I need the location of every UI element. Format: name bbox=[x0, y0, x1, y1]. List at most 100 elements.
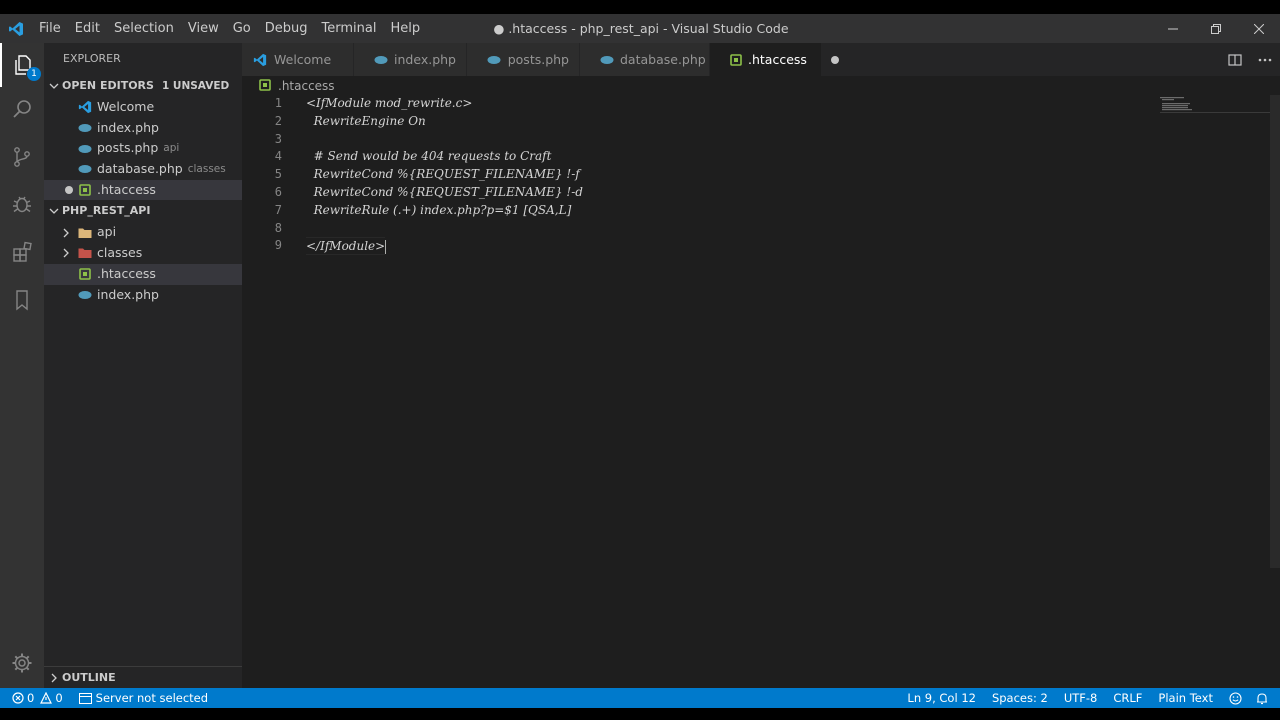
text-cursor bbox=[385, 239, 387, 254]
source-control-button[interactable] bbox=[0, 135, 44, 179]
minimize-icon bbox=[1167, 28, 1178, 29]
code-line[interactable]: RewriteCond %{REQUEST_FILENAME} !-f bbox=[306, 166, 1156, 184]
line-number: 4 bbox=[274, 149, 282, 164]
project-header[interactable]: PHP_REST_API bbox=[44, 200, 242, 222]
warning-count: 0 bbox=[55, 691, 63, 705]
breadcrumb: .htaccess bbox=[242, 76, 1280, 95]
manage-button[interactable] bbox=[0, 641, 44, 685]
tab-index-php[interactable]: index.php bbox=[354, 43, 467, 76]
tree-folder-api[interactable]: api bbox=[44, 222, 242, 243]
outline-header[interactable]: OUTLINE bbox=[44, 667, 242, 689]
line-number: 1 bbox=[274, 96, 282, 110]
bookmarks-button[interactable] bbox=[0, 278, 44, 322]
code-line[interactable] bbox=[306, 131, 1156, 149]
tab-database-php[interactable]: database.php bbox=[580, 43, 710, 76]
bell-icon bbox=[1257, 692, 1267, 704]
language-mode[interactable]: Plain Text bbox=[1150, 688, 1221, 708]
end-of-line[interactable]: CRLF bbox=[1105, 688, 1150, 708]
feedback-button[interactable] bbox=[1221, 688, 1250, 708]
menu-selection[interactable]: Selection bbox=[107, 14, 181, 43]
code-line[interactable]: RewriteCond %{REQUEST_FILENAME} !-d bbox=[306, 184, 1156, 202]
minimap[interactable] bbox=[1160, 95, 1270, 115]
open-editor-welcome[interactable]: Welcome bbox=[44, 97, 242, 118]
open-editor-htaccess[interactable]: .htaccess bbox=[44, 179, 242, 201]
code-line[interactable]: <IfModule mod_rewrite.c> bbox=[306, 95, 1156, 113]
more-actions-button[interactable] bbox=[1250, 43, 1280, 76]
open-editor-posts[interactable]: posts.php api bbox=[44, 138, 242, 159]
search-button[interactable] bbox=[0, 87, 44, 131]
chevron-right-icon bbox=[62, 228, 77, 238]
server-status[interactable]: Server not selected bbox=[69, 688, 214, 708]
search-icon bbox=[13, 100, 31, 118]
chevron-down-icon bbox=[44, 206, 62, 216]
restore-button[interactable] bbox=[1194, 14, 1237, 43]
tree-file-htaccess[interactable]: .htaccess bbox=[44, 263, 242, 285]
menu-view[interactable]: View bbox=[181, 14, 226, 43]
tab-welcome[interactable]: Welcome bbox=[242, 43, 354, 76]
close-window-button[interactable] bbox=[1237, 14, 1280, 43]
code-line[interactable]: # Send would be 404 requests to Craft bbox=[306, 148, 1156, 166]
tree-label: api bbox=[97, 224, 117, 240]
notifications-button[interactable] bbox=[1250, 688, 1280, 708]
tab-htaccess[interactable]: .htaccess bbox=[710, 43, 839, 76]
title-bar: File Edit Selection View Go Debug Termin… bbox=[0, 14, 1280, 43]
menu-debug[interactable]: Debug bbox=[258, 14, 315, 43]
tree-label: index.php bbox=[97, 286, 159, 302]
vscode-icon bbox=[252, 52, 268, 68]
open-editors-header[interactable]: OPEN EDITORS 1 UNSAVED bbox=[44, 75, 242, 97]
open-editors-label: OPEN EDITORS bbox=[62, 79, 154, 92]
line-number: 5 bbox=[274, 167, 282, 182]
folder-icon bbox=[77, 225, 93, 241]
tab-actions bbox=[1220, 43, 1280, 76]
code-editor[interactable]: 1 2 3 4 5 6 7 8 9 <IfModule mod_rewrite.… bbox=[242, 95, 1280, 688]
code-line[interactable]: RewriteRule (.+) index.php?p=$1 [QSA,L] bbox=[306, 202, 1156, 220]
extensions-icon bbox=[13, 241, 32, 262]
tree-label: .htaccess bbox=[97, 265, 156, 281]
tab-posts-php[interactable]: posts.php bbox=[467, 43, 580, 76]
htaccess-icon bbox=[730, 52, 742, 68]
open-editor-database[interactable]: database.php classes bbox=[44, 159, 242, 180]
explorer-sidebar: EXPLORER OPEN EDITORS 1 UNSAVED Welcome … bbox=[44, 43, 242, 688]
code-line[interactable]: RewriteEngine On bbox=[306, 113, 1156, 131]
menu-terminal[interactable]: Terminal bbox=[315, 14, 384, 43]
menu-go[interactable]: Go bbox=[226, 14, 258, 43]
restore-icon bbox=[1210, 23, 1221, 34]
open-editor-index[interactable]: index.php bbox=[44, 118, 242, 139]
server-icon bbox=[78, 692, 92, 704]
status-bar: 0 0 Server not selected Ln 9, Col 12 Spa… bbox=[0, 688, 1280, 708]
open-editor-label: .htaccess bbox=[97, 181, 156, 197]
indentation[interactable]: Spaces: 2 bbox=[984, 688, 1056, 708]
explorer-button[interactable]: 1 bbox=[0, 43, 44, 87]
outline-label: OUTLINE bbox=[62, 671, 116, 684]
split-editor-button[interactable] bbox=[1220, 43, 1250, 76]
tab-label: .htaccess bbox=[748, 52, 807, 67]
chevron-down-icon bbox=[44, 81, 62, 91]
project-label: PHP_REST_API bbox=[62, 204, 151, 218]
menu-help[interactable]: Help bbox=[383, 14, 427, 43]
minimize-button[interactable] bbox=[1151, 14, 1194, 43]
problems-status[interactable]: 0 0 bbox=[0, 688, 69, 708]
vertical-scrollbar[interactable] bbox=[1270, 95, 1280, 568]
unsaved-dot-icon[interactable] bbox=[65, 186, 77, 195]
line-number: 8 bbox=[274, 220, 282, 235]
php-icon bbox=[77, 287, 93, 303]
cursor-position[interactable]: Ln 9, Col 12 bbox=[901, 688, 984, 708]
vscode-icon bbox=[77, 99, 93, 115]
encoding[interactable]: UTF-8 bbox=[1056, 688, 1106, 708]
tree-file-index[interactable]: index.php bbox=[44, 285, 242, 306]
unsaved-badge: 1 UNSAVED bbox=[161, 80, 230, 92]
unsaved-dot-icon[interactable] bbox=[830, 55, 839, 64]
code-line-current[interactable]: </IfModule> bbox=[306, 237, 386, 256]
tab-label: posts.php bbox=[507, 52, 569, 67]
extensions-button[interactable] bbox=[0, 230, 44, 274]
menu-file[interactable]: File bbox=[32, 14, 68, 43]
activity-bar: 1 bbox=[0, 43, 44, 688]
code-line[interactable] bbox=[306, 220, 1156, 238]
breadcrumb-file[interactable]: .htaccess bbox=[278, 79, 335, 93]
smiley-icon bbox=[1229, 691, 1242, 705]
menu-edit[interactable]: Edit bbox=[68, 14, 107, 43]
code-lines[interactable]: <IfModule mod_rewrite.c> RewriteEngine O… bbox=[306, 95, 1156, 256]
htaccess-icon bbox=[259, 78, 273, 93]
tree-folder-classes[interactable]: classes bbox=[44, 243, 242, 264]
debug-button[interactable] bbox=[0, 182, 44, 226]
